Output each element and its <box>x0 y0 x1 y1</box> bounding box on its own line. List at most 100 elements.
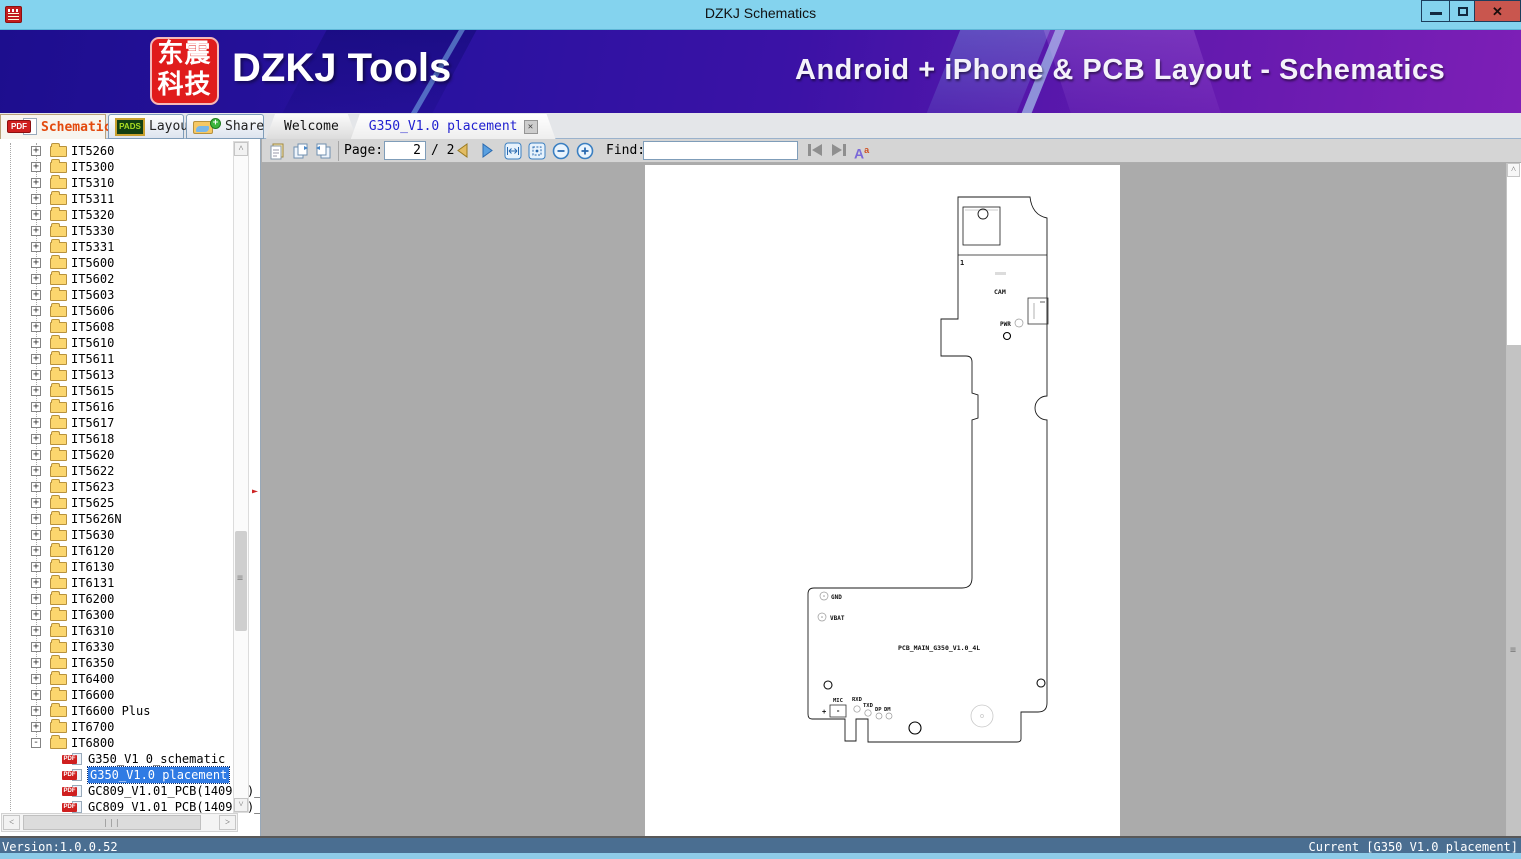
tree-folder-it6131[interactable]: +IT6131 <box>0 575 260 591</box>
fit-width-icon[interactable] <box>504 142 522 160</box>
zoom-in-icon[interactable] <box>576 142 594 160</box>
tree-folder-it5613[interactable]: +IT5613 <box>0 367 260 383</box>
tab-share[interactable]: +Share <box>186 114 264 139</box>
expand-icon[interactable]: + <box>31 706 41 716</box>
maximize-button[interactable] <box>1449 0 1475 22</box>
tree-file-g350-v1-0-schematic[interactable]: PDFG350_V1 0_schematic <box>0 751 260 767</box>
tree-folder-it5623[interactable]: +IT5623 <box>0 479 260 495</box>
scroll-up-icon[interactable]: ˄ <box>234 142 248 156</box>
tree-folder-it5602[interactable]: +IT5602 <box>0 271 260 287</box>
expand-icon[interactable]: + <box>31 722 41 732</box>
tree-folder-it6600-plus[interactable]: +IT6600 Plus <box>0 703 260 719</box>
tree-folder-it5606[interactable]: +IT5606 <box>0 303 260 319</box>
expand-icon[interactable]: + <box>31 146 41 156</box>
collapse-panel-icon[interactable]: ► <box>252 487 258 497</box>
find-next-icon[interactable] <box>830 142 848 160</box>
rotate-counterclockwise-icon[interactable] <box>314 142 332 160</box>
expand-icon[interactable]: + <box>31 226 41 236</box>
scroll-right-icon[interactable]: ˃ <box>219 815 236 830</box>
expand-icon[interactable]: + <box>31 562 41 572</box>
tree-folder-it6330[interactable]: +IT6330 <box>0 639 260 655</box>
expand-icon[interactable]: + <box>31 210 41 220</box>
tree-horizontal-scrollbar[interactable]: ˂ ||| ˃ <box>1 813 238 832</box>
tree-folder-it5617[interactable]: +IT5617 <box>0 415 260 431</box>
next-page-icon[interactable] <box>480 142 496 160</box>
tree-folder-it6120[interactable]: +IT6120 <box>0 543 260 559</box>
tree-folder-it6350[interactable]: +IT6350 <box>0 655 260 671</box>
expand-icon[interactable]: + <box>31 402 41 412</box>
expand-icon[interactable]: + <box>31 498 41 508</box>
tree-folder-it5610[interactable]: +IT5610 <box>0 335 260 351</box>
tree-folder-it6310[interactable]: +IT6310 <box>0 623 260 639</box>
tab-close-icon[interactable]: ✕ <box>524 120 538 134</box>
tree-folder-it5260[interactable]: +IT5260 <box>0 143 260 159</box>
tab-layout[interactable]: PADSLayout <box>108 114 184 139</box>
rotate-clockwise-icon[interactable] <box>292 142 310 160</box>
tree-folder-it5330[interactable]: +IT5330 <box>0 223 260 239</box>
tree-folder-it5626n[interactable]: +IT5626N <box>0 511 260 527</box>
tree-folder-it6300[interactable]: +IT6300 <box>0 607 260 623</box>
tree-folder-it5615[interactable]: +IT5615 <box>0 383 260 399</box>
scroll-up-icon[interactable]: ˄ <box>1507 163 1520 177</box>
expand-icon[interactable]: + <box>31 658 41 668</box>
tree-folder-it5300[interactable]: +IT5300 <box>0 159 260 175</box>
match-case-icon[interactable]: Aa <box>854 142 869 160</box>
expand-icon[interactable]: + <box>31 178 41 188</box>
expand-icon[interactable]: + <box>31 370 41 380</box>
tree-folder-it5603[interactable]: +IT5603 <box>0 287 260 303</box>
tree-folder-it5600[interactable]: +IT5600 <box>0 255 260 271</box>
tree-folder-it6400[interactable]: +IT6400 <box>0 671 260 687</box>
document-tab-welcome[interactable]: Welcome <box>266 114 357 139</box>
minimize-button[interactable] <box>1421 0 1450 22</box>
expand-icon[interactable]: + <box>31 194 41 204</box>
document-tab-g350-v1-0-placement[interactable]: G350_V1.0 placement✕ <box>351 114 556 139</box>
expand-icon[interactable]: + <box>31 530 41 540</box>
collapse-icon[interactable]: - <box>31 738 41 748</box>
tree-folder-it6600[interactable]: +IT6600 <box>0 687 260 703</box>
expand-icon[interactable]: + <box>31 290 41 300</box>
expand-icon[interactable]: + <box>31 162 41 172</box>
expand-icon[interactable]: + <box>31 642 41 652</box>
expand-icon[interactable]: + <box>31 418 41 428</box>
expand-icon[interactable]: + <box>31 594 41 604</box>
tree-folder-it5608[interactable]: +IT5608 <box>0 319 260 335</box>
expand-icon[interactable]: + <box>31 610 41 620</box>
expand-icon[interactable]: + <box>31 674 41 684</box>
tree-folder-it5616[interactable]: +IT5616 <box>0 399 260 415</box>
expand-icon[interactable]: + <box>31 386 41 396</box>
tab-schematic[interactable]: PDFSchematic <box>0 114 106 139</box>
scroll-left-icon[interactable]: ˂ <box>3 815 20 830</box>
page-number-input[interactable] <box>384 141 426 160</box>
expand-icon[interactable]: + <box>31 546 41 556</box>
tree-folder-it6700[interactable]: +IT6700 <box>0 719 260 735</box>
close-button[interactable]: ✕ <box>1474 0 1521 22</box>
tree-folder-it5311[interactable]: +IT5311 <box>0 191 260 207</box>
tree-folder-it5320[interactable]: +IT5320 <box>0 207 260 223</box>
tree-folder-it6200[interactable]: +IT6200 <box>0 591 260 607</box>
tree-folder-it5331[interactable]: +IT5331 <box>0 239 260 255</box>
tree-folder-it6130[interactable]: +IT6130 <box>0 559 260 575</box>
find-previous-icon[interactable] <box>806 142 824 160</box>
scroll-down-icon[interactable]: ˅ <box>234 798 248 812</box>
expand-icon[interactable]: + <box>31 338 41 348</box>
tree-folder-it5611[interactable]: +IT5611 <box>0 351 260 367</box>
expand-icon[interactable]: + <box>31 242 41 252</box>
expand-icon[interactable]: + <box>31 514 41 524</box>
expand-icon[interactable]: + <box>31 578 41 588</box>
tree-vertical-scrollbar[interactable]: ˄ ˅ <box>233 141 249 813</box>
zoom-out-icon[interactable] <box>552 142 570 160</box>
expand-icon[interactable]: + <box>31 354 41 364</box>
expand-icon[interactable]: + <box>31 466 41 476</box>
expand-icon[interactable]: + <box>31 626 41 636</box>
tree-scroll-thumb[interactable] <box>235 531 247 631</box>
expand-icon[interactable]: + <box>31 274 41 284</box>
main-scroll-thumb[interactable] <box>1507 345 1521 836</box>
copy-text-icon[interactable] <box>269 142 287 160</box>
tree-folder-it5622[interactable]: +IT5622 <box>0 463 260 479</box>
expand-icon[interactable]: + <box>31 322 41 332</box>
expand-icon[interactable]: + <box>31 482 41 492</box>
tree-folder-it5620[interactable]: +IT5620 <box>0 447 260 463</box>
tree-folder-it5630[interactable]: +IT5630 <box>0 527 260 543</box>
tree-file-g350-v1-0-placement[interactable]: PDFG350_V1.0 placement <box>0 767 260 783</box>
expand-icon[interactable]: + <box>31 434 41 444</box>
